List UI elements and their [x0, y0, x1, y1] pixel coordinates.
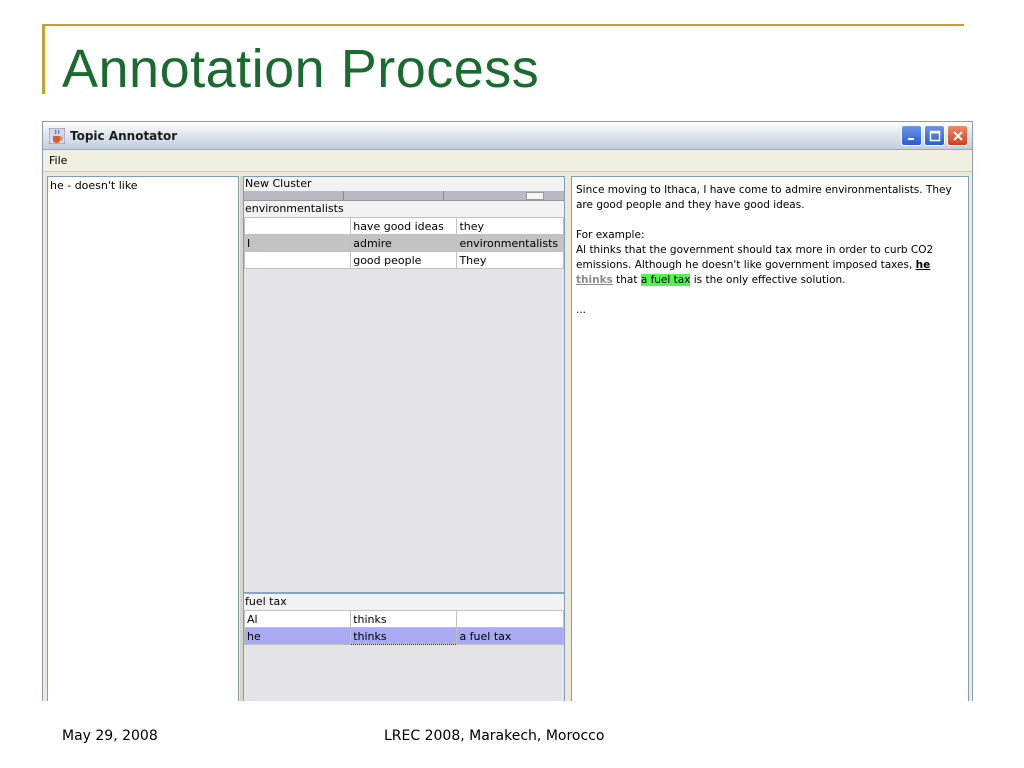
cluster-table-fuel-tax: Al thinks he thinks a fuel tax	[243, 610, 564, 645]
cluster-label-environmentalists[interactable]: environmentalists	[244, 201, 564, 217]
table-row[interactable]: good people They	[243, 251, 564, 269]
doc-text: For example:	[576, 229, 645, 241]
table-cell: good people	[350, 251, 458, 269]
document-text-pane[interactable]: Since moving to Ithaca, I have come to a…	[571, 176, 969, 701]
close-icon	[952, 130, 963, 141]
doc-paragraph-1: Since moving to Ithaca, I have come to a…	[576, 184, 952, 211]
table-row[interactable]: I admire environmentalists	[243, 234, 564, 252]
highlighted-topic[interactable]: a fuel tax	[640, 274, 691, 286]
annotated-opinion-holder[interactable]: he	[916, 259, 931, 271]
table-cell	[243, 217, 352, 235]
java-cup-icon	[48, 127, 66, 144]
table-cell: environmentalists	[456, 234, 564, 252]
doc-paragraph-2: For example: Al thinks that the governme…	[576, 228, 964, 288]
table-cell: thinks	[350, 610, 458, 628]
cluster-pane: New Cluster environmentalists have good …	[243, 176, 565, 701]
list-item[interactable]: he - doesn't like	[48, 177, 238, 194]
table-cell: They	[456, 251, 564, 269]
title-accent-bar	[42, 24, 45, 94]
table-row[interactable]: have good ideas they	[243, 217, 564, 235]
opinion-list[interactable]: he - doesn't like	[47, 176, 239, 701]
table-row-selected[interactable]: he thinks a fuel tax	[243, 627, 564, 645]
title-rule	[42, 24, 964, 26]
table-cell: thinks	[350, 627, 458, 645]
close-button[interactable]	[947, 125, 968, 146]
table-cell: he	[243, 627, 352, 645]
annotated-opinion-verb[interactable]: thinks	[576, 274, 613, 286]
maximize-icon	[929, 130, 940, 141]
table-cell	[456, 610, 564, 628]
slide-title: Annotation Process	[62, 39, 540, 99]
footer-event: LREC 2008, Marakech, Morocco	[384, 728, 605, 744]
cluster-table-environmentalists: have good ideas they I admire environmen…	[243, 217, 564, 269]
table-cell: a fuel tax	[456, 627, 564, 645]
table-cell: they	[456, 217, 564, 235]
table-cell: have good ideas	[350, 217, 458, 235]
doc-ellipsis: ...	[576, 304, 587, 316]
table-cell	[243, 251, 352, 269]
window-title: Topic Annotator	[70, 128, 178, 143]
table-cell: I	[243, 234, 352, 252]
doc-text: Al thinks that the government should tax…	[576, 244, 934, 271]
table-cell: admire	[350, 234, 458, 252]
cluster-label-fuel-tax[interactable]: fuel tax	[244, 594, 564, 610]
cluster-column-strip	[244, 191, 564, 201]
doc-text: is the only effective solution.	[690, 274, 846, 286]
menu-bar: File	[43, 150, 972, 172]
minimize-button[interactable]	[901, 125, 922, 146]
column-scroll-handle[interactable]	[526, 192, 544, 200]
table-row[interactable]: Al thinks	[243, 610, 564, 628]
window-titlebar[interactable]: Topic Annotator	[43, 122, 972, 150]
menu-file[interactable]: File	[49, 154, 67, 167]
maximize-button[interactable]	[924, 125, 945, 146]
doc-text: that	[612, 274, 641, 286]
footer-date: May 29, 2008	[62, 728, 158, 744]
topic-annotator-window: Topic Annotator File he - doesn't like N…	[42, 121, 973, 701]
table-cell: Al	[243, 610, 352, 628]
minimize-icon	[907, 137, 914, 140]
cluster-empty-area	[244, 269, 564, 592]
new-cluster-button[interactable]: New Cluster	[244, 177, 564, 191]
